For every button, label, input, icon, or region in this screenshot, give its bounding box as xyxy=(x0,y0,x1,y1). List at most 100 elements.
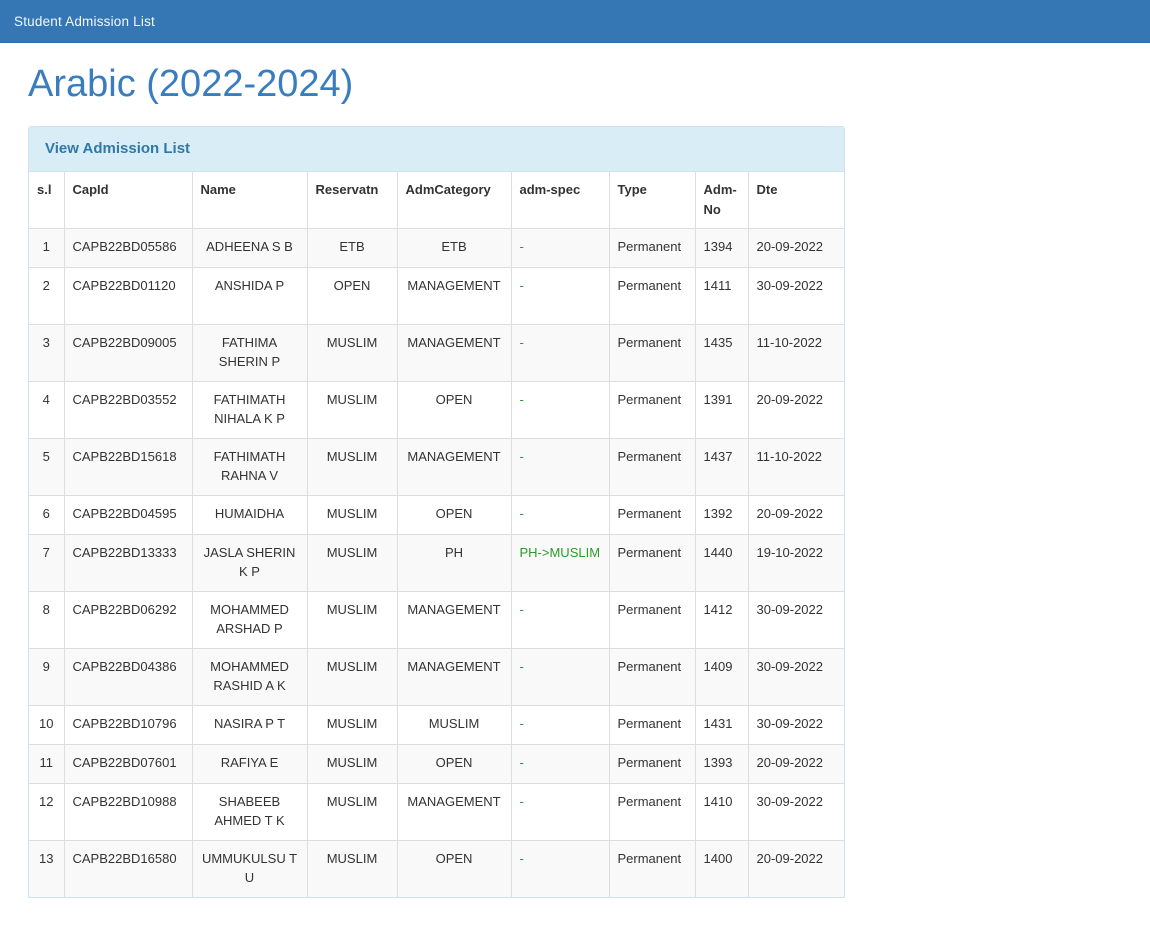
panel-heading: View Admission List xyxy=(29,127,844,172)
cell-sl: 6 xyxy=(29,495,64,534)
cell-admcategory: MANAGEMENT xyxy=(397,783,511,840)
cell-adm-no: 1392 xyxy=(695,495,748,534)
table-row: 9CAPB22BD04386MOHAMMED RASHID A KMUSLIMM… xyxy=(29,648,844,705)
cell-type: Permanent xyxy=(609,438,695,495)
cell-dte: 20-09-2022 xyxy=(748,495,844,534)
cell-name: FATHIMA SHERIN P xyxy=(192,324,307,381)
cell-adm-no: 1435 xyxy=(695,324,748,381)
cell-adm-spec: - xyxy=(511,495,609,534)
cell-admcategory: OPEN xyxy=(397,495,511,534)
cell-type: Permanent xyxy=(609,744,695,783)
cell-type: Permanent xyxy=(609,267,695,324)
cell-reservatn: OPEN xyxy=(307,267,397,324)
cell-adm-spec: - xyxy=(511,381,609,438)
cell-name: JASLA SHERIN K P xyxy=(192,534,307,591)
admission-list-panel: View Admission List s.l CapId Name Reser… xyxy=(28,126,845,898)
cell-adm-spec: - xyxy=(511,744,609,783)
table-header: s.l CapId Name Reservatn AdmCategory adm… xyxy=(29,172,844,228)
cell-capid: CAPB22BD10796 xyxy=(64,705,192,744)
cell-adm-no: 1411 xyxy=(695,267,748,324)
cell-sl: 7 xyxy=(29,534,64,591)
cell-capid: CAPB22BD13333 xyxy=(64,534,192,591)
cell-capid: CAPB22BD10988 xyxy=(64,783,192,840)
cell-admcategory: ETB xyxy=(397,228,511,267)
column-header-adm-no: Adm-No xyxy=(695,172,748,228)
cell-reservatn: ETB xyxy=(307,228,397,267)
cell-sl: 13 xyxy=(29,840,64,897)
cell-admcategory: OPEN xyxy=(397,840,511,897)
cell-dte: 20-09-2022 xyxy=(748,744,844,783)
cell-adm-no: 1410 xyxy=(695,783,748,840)
cell-type: Permanent xyxy=(609,381,695,438)
cell-capid: CAPB22BD04386 xyxy=(64,648,192,705)
column-header-reservatn: Reservatn xyxy=(307,172,397,228)
cell-admcategory: OPEN xyxy=(397,744,511,783)
cell-dte: 30-09-2022 xyxy=(748,648,844,705)
cell-adm-no: 1431 xyxy=(695,705,748,744)
column-header-type: Type xyxy=(609,172,695,228)
column-header-dte: Dte xyxy=(748,172,844,228)
cell-type: Permanent xyxy=(609,324,695,381)
cell-capid: CAPB22BD16580 xyxy=(64,840,192,897)
cell-dte: 30-09-2022 xyxy=(748,591,844,648)
cell-name: ADHEENA S B xyxy=(192,228,307,267)
table-row: 5CAPB22BD15618FATHIMATH RAHNA VMUSLIMMAN… xyxy=(29,438,844,495)
cell-capid: CAPB22BD05586 xyxy=(64,228,192,267)
cell-name: FATHIMATH RAHNA V xyxy=(192,438,307,495)
column-header-admcategory: AdmCategory xyxy=(397,172,511,228)
cell-type: Permanent xyxy=(609,783,695,840)
cell-type: Permanent xyxy=(609,495,695,534)
column-header-adm-spec: adm-spec xyxy=(511,172,609,228)
cell-adm-no: 1440 xyxy=(695,534,748,591)
navbar-title: Student Admission List xyxy=(14,14,155,29)
cell-dte: 20-09-2022 xyxy=(748,840,844,897)
cell-sl: 3 xyxy=(29,324,64,381)
cell-capid: CAPB22BD04595 xyxy=(64,495,192,534)
column-header-sl: s.l xyxy=(29,172,64,228)
cell-name: HUMAIDHA xyxy=(192,495,307,534)
cell-sl: 12 xyxy=(29,783,64,840)
cell-reservatn: MUSLIM xyxy=(307,534,397,591)
cell-dte: 20-09-2022 xyxy=(748,228,844,267)
cell-reservatn: MUSLIM xyxy=(307,744,397,783)
cell-sl: 2 xyxy=(29,267,64,324)
cell-sl: 1 xyxy=(29,228,64,267)
cell-sl: 4 xyxy=(29,381,64,438)
column-header-capid: CapId xyxy=(64,172,192,228)
cell-adm-spec: - xyxy=(511,840,609,897)
cell-name: NASIRA P T xyxy=(192,705,307,744)
cell-dte: 11-10-2022 xyxy=(748,324,844,381)
cell-type: Permanent xyxy=(609,648,695,705)
table-row: 7CAPB22BD13333JASLA SHERIN K PMUSLIMPHPH… xyxy=(29,534,844,591)
table-header-row: s.l CapId Name Reservatn AdmCategory adm… xyxy=(29,172,844,228)
cell-reservatn: MUSLIM xyxy=(307,591,397,648)
top-navbar: Student Admission List xyxy=(0,0,1150,43)
cell-dte: 30-09-2022 xyxy=(748,267,844,324)
cell-admcategory: OPEN xyxy=(397,381,511,438)
cell-admcategory: MANAGEMENT xyxy=(397,591,511,648)
cell-sl: 11 xyxy=(29,744,64,783)
cell-adm-no: 1394 xyxy=(695,228,748,267)
admission-table-body: 1CAPB22BD05586ADHEENA S BETBETB-Permanen… xyxy=(29,228,844,897)
panel-title: View Admission List xyxy=(45,140,190,157)
table-row: 11CAPB22BD07601RAFIYA EMUSLIMOPEN-Perman… xyxy=(29,744,844,783)
cell-type: Permanent xyxy=(609,534,695,591)
cell-type: Permanent xyxy=(609,840,695,897)
cell-admcategory: MANAGEMENT xyxy=(397,267,511,324)
cell-type: Permanent xyxy=(609,228,695,267)
cell-capid: CAPB22BD01120 xyxy=(64,267,192,324)
cell-admcategory: MANAGEMENT xyxy=(397,438,511,495)
cell-capid: CAPB22BD03552 xyxy=(64,381,192,438)
cell-adm-spec: - xyxy=(511,591,609,648)
cell-adm-spec: - xyxy=(511,783,609,840)
cell-reservatn: MUSLIM xyxy=(307,783,397,840)
cell-adm-spec: PH->MUSLIM xyxy=(511,534,609,591)
admission-table: s.l CapId Name Reservatn AdmCategory adm… xyxy=(29,172,844,897)
cell-type: Permanent xyxy=(609,705,695,744)
table-row: 8CAPB22BD06292MOHAMMED ARSHAD PMUSLIMMAN… xyxy=(29,591,844,648)
table-row: 1CAPB22BD05586ADHEENA S BETBETB-Permanen… xyxy=(29,228,844,267)
cell-sl: 8 xyxy=(29,591,64,648)
cell-adm-no: 1400 xyxy=(695,840,748,897)
cell-capid: CAPB22BD15618 xyxy=(64,438,192,495)
column-header-name: Name xyxy=(192,172,307,228)
